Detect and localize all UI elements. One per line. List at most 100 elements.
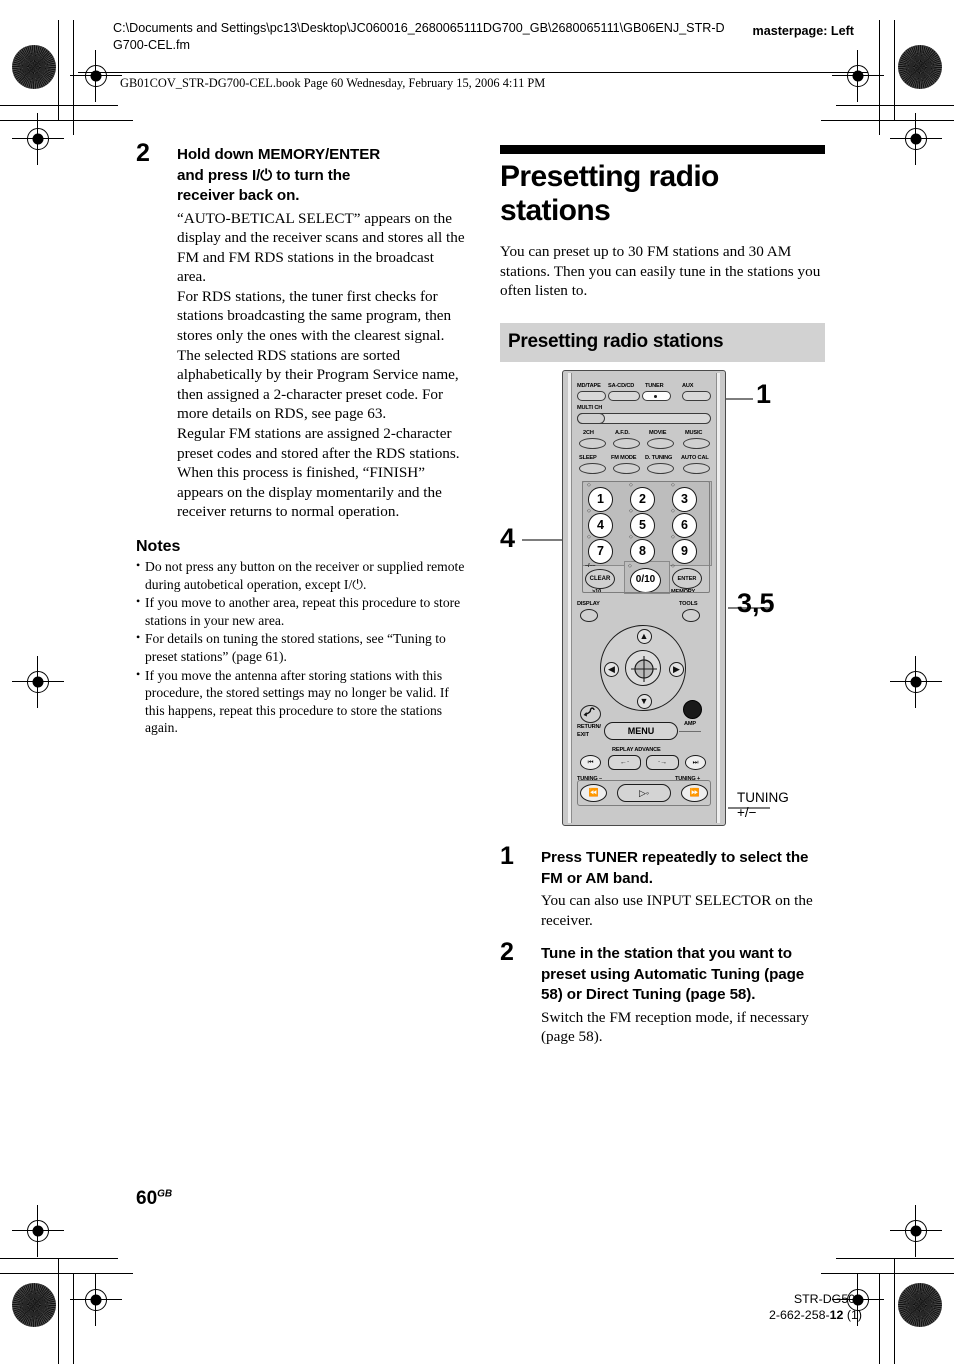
button-number-5[interactable]: 5	[630, 513, 655, 538]
button-tuning-plus[interactable]: ⏩	[681, 784, 708, 802]
bullseye-mark	[12, 113, 64, 165]
note-item: If you move the antenna after storing st…	[136, 666, 466, 737]
button-tuner[interactable]	[642, 391, 671, 401]
label-movie: MOVIE	[649, 430, 667, 436]
button-d-tuning[interactable]	[647, 463, 674, 474]
button-music[interactable]	[683, 438, 710, 449]
label-display: DISPLAY	[577, 601, 600, 607]
callout-tuning-line1: TUNING	[737, 790, 789, 805]
step-title: Hold down MEMORY/ENTER and press I/⏻ to …	[177, 145, 466, 207]
button-tools[interactable]	[682, 609, 700, 622]
button-number-3[interactable]: 3	[672, 487, 697, 512]
dpad-down-icon[interactable]: ▼	[636, 694, 652, 709]
callout-tuning-line2: +/−	[737, 805, 757, 820]
step-paragraph-1: “AUTO-BETICAL SELECT” appears on the dis…	[177, 209, 465, 286]
amp-leader-line	[679, 731, 701, 733]
crop-line	[894, 20, 896, 120]
label-md-tape: MD/TAPE	[577, 383, 601, 389]
button-sleep[interactable]	[579, 463, 606, 474]
header-divider	[78, 72, 868, 73]
chapter-intro: You can preset up to 30 FM stations and …	[500, 243, 821, 300]
notes-list: Do not press any button on the receiver …	[136, 557, 466, 737]
label-replay-advance: REPLAY ADVANCE	[612, 747, 661, 753]
step-title-line-1: Hold down MEMORY/ENTER	[177, 146, 381, 163]
remote-control-figure: 1 4 3,5 TUNING +/− MD/TAPE SA-CD/CD TUNE…	[500, 362, 830, 842]
footer-model-block: STR-DG500 2-662-258-12 (1)	[769, 1291, 862, 1323]
button-sa-cd-cd[interactable]	[608, 391, 640, 401]
button-number-8[interactable]: 8	[630, 539, 655, 564]
step-1: 1 Press TUNER repeatedly to select the F…	[500, 844, 825, 930]
tuner-indicator-dot	[654, 395, 658, 399]
dpad-up-icon[interactable]: ▲	[636, 629, 652, 644]
button-play-pause[interactable]: ▷◦	[617, 784, 671, 802]
label-aux: AUX	[682, 383, 694, 389]
button-prev-track[interactable]: ⏮	[580, 755, 601, 770]
crop-line	[894, 1258, 896, 1364]
label-clear-over-10: >10	[592, 589, 602, 595]
button-aux[interactable]	[682, 391, 711, 401]
page-folio: 60GB	[136, 1188, 172, 1210]
bullseye-mark	[890, 113, 942, 165]
sparkle-icon: ◇	[629, 535, 633, 540]
label-sa-cd-cd: SA-CD/CD	[608, 383, 635, 389]
bullseye-mark	[70, 1274, 122, 1326]
sparkle-icon: ◇	[629, 483, 633, 488]
button-afd[interactable]	[613, 438, 640, 449]
multi-ch-sub-button[interactable]	[577, 413, 605, 424]
rosette-mark	[898, 45, 942, 89]
book-print-stamp: GB01COV_STR-DG700-CEL.book Page 60 Wedne…	[120, 76, 546, 90]
left-column: 2 Hold down MEMORY/ENTER and press I/⏻ t…	[136, 141, 466, 738]
button-number-2[interactable]: 2	[630, 487, 655, 512]
button-number-6[interactable]: 6	[672, 513, 697, 538]
button-return-exit[interactable]	[580, 705, 601, 723]
button-tuning-minus[interactable]: ⏪	[580, 784, 607, 802]
button-number-1[interactable]: 1	[588, 487, 613, 512]
rosette-mark	[12, 45, 56, 89]
part-number-suffix: (1)	[843, 1308, 862, 1322]
label-tools: TOOLS	[679, 601, 698, 607]
note-item: For details on tuning the stored station…	[136, 629, 466, 665]
button-movie[interactable]	[647, 438, 674, 449]
step-body-text: You can also use INPUT SELECTOR on the r…	[541, 892, 813, 929]
bullseye-mark	[890, 656, 942, 708]
step-2: 2 Tune in the station that you want to p…	[500, 940, 825, 1047]
page-title: Presetting radio stations	[500, 160, 719, 227]
button-2ch[interactable]	[579, 438, 606, 449]
step-title: Press TUNER repeatedly to select the FM …	[541, 849, 809, 887]
document-file-path: C:\Documents and Settings\pc13\Desktop\J…	[113, 21, 725, 52]
button-menu[interactable]: MENU	[604, 722, 678, 740]
button-advance[interactable]: ·→	[646, 755, 679, 770]
chapter-rule	[500, 145, 825, 154]
note-item: Do not press any button on the receiver …	[136, 557, 466, 593]
button-next-track[interactable]: ⏭	[685, 755, 706, 770]
sparkle-icon: ◇	[671, 564, 675, 569]
button-multi-ch[interactable]	[577, 413, 711, 424]
button-number-4[interactable]: 4	[588, 513, 613, 538]
bullseye-mark	[12, 656, 64, 708]
navigation-dpad[interactable]: ▲ ◀ ▶ ▼	[600, 625, 686, 711]
button-enter[interactable]: ENTER	[672, 568, 702, 589]
dpad-center-enter[interactable]	[625, 650, 661, 686]
remote-control-body: MD/TAPE SA-CD/CD TUNER AUX MULTI CH 2CH …	[562, 370, 726, 826]
button-number-9[interactable]: 9	[672, 539, 697, 564]
step-2-continued: 2 Hold down MEMORY/ENTER and press I/⏻ t…	[136, 141, 466, 522]
button-md-tape[interactable]	[577, 391, 606, 401]
rosette-mark	[12, 1283, 56, 1327]
crop-line	[58, 20, 60, 120]
button-clear[interactable]: CLEAR	[585, 569, 615, 589]
bullseye-mark	[12, 1205, 64, 1257]
button-number-0-10[interactable]: 0/10	[630, 568, 661, 593]
button-fm-mode[interactable]	[613, 463, 640, 474]
button-auto-cal[interactable]	[683, 463, 710, 474]
label-memory: MEMORY	[671, 589, 696, 595]
button-number-7[interactable]: 7	[588, 539, 613, 564]
dpad-right-icon[interactable]: ▶	[669, 661, 684, 677]
step-number: 2	[500, 938, 514, 967]
step-number: 2	[136, 139, 150, 167]
button-amp[interactable]	[683, 700, 702, 719]
crosshair-icon	[631, 656, 657, 682]
label-2ch: 2CH	[583, 430, 594, 436]
button-replay[interactable]: ←·	[608, 755, 641, 770]
button-display[interactable]	[580, 609, 598, 622]
dpad-left-icon[interactable]: ◀	[604, 661, 619, 677]
